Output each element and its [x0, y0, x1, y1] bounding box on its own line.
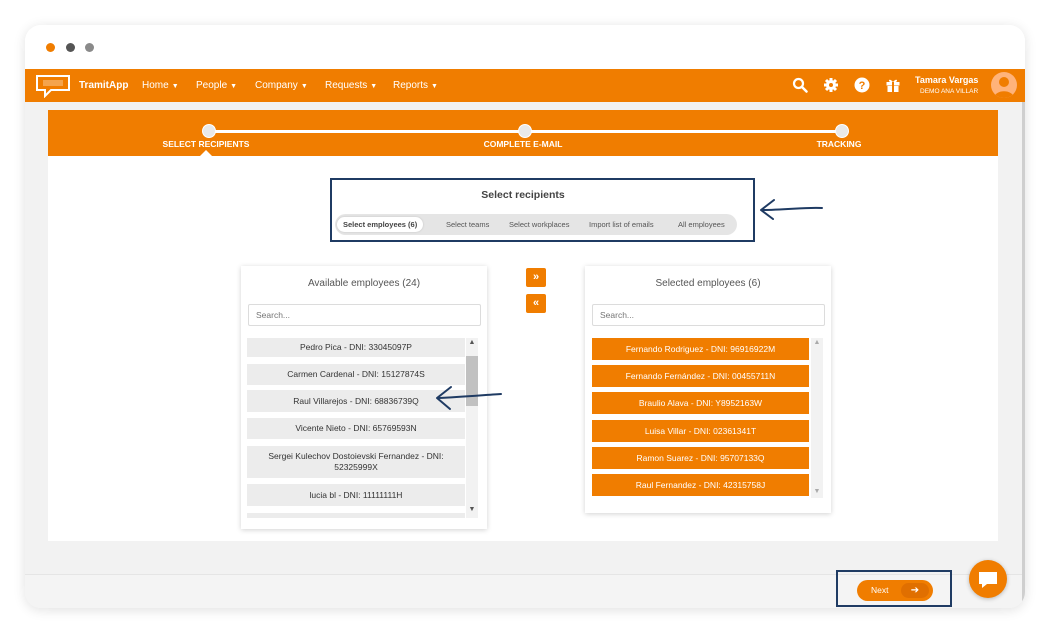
menu-reports[interactable]: Reports ▼	[393, 80, 438, 91]
logo-text: TramitApp	[79, 80, 129, 91]
menu-people[interactable]: People ▼	[196, 80, 237, 91]
menu-reports-label: Reports	[393, 80, 429, 91]
menu-company-label: Company	[255, 80, 298, 91]
help-icon[interactable]: ?	[854, 77, 870, 93]
selected-list-scrollbar[interactable]: ▲ ▼	[811, 338, 823, 498]
tramitapp-logo[interactable]: TramitApp	[35, 72, 128, 99]
gift-icon[interactable]	[885, 77, 901, 93]
window-dot-gray	[85, 43, 94, 52]
scroll-up-icon[interactable]: ▲	[811, 338, 823, 348]
step-label-tracking: TRACKING	[816, 139, 862, 149]
list-item[interactable]: Pedro Pica - DNI: 33045097P	[247, 338, 465, 357]
list-item[interactable]: lucia bl - DNI: 11111111H	[247, 484, 465, 506]
step-dot-tracking[interactable]	[835, 124, 849, 138]
menu-home[interactable]: Home ▼	[142, 80, 179, 91]
list-item[interactable]: Carmen Cardenal - DNI: 15127874S	[247, 364, 465, 385]
step-label-complete-email: COMPLETE E-MAIL	[483, 139, 563, 149]
svg-text:?: ?	[859, 80, 866, 92]
chevron-down-icon: ▼	[300, 83, 308, 90]
menu-requests[interactable]: Requests ▼	[325, 80, 377, 91]
chevron-down-icon: ▼	[370, 83, 378, 90]
gear-icon[interactable]	[823, 77, 839, 93]
browser-window: TramitApp Home ▼ People ▼ Company ▼ Request…	[25, 25, 1025, 608]
user-name[interactable]: Tamara Vargas	[915, 75, 978, 85]
tabs-highlight-box	[330, 178, 755, 242]
user-company: DEMO ANA VILLAR	[920, 88, 979, 95]
active-step-caret	[200, 150, 212, 156]
list-item[interactable]: Fernando Fernández - DNI: 00455711N	[592, 365, 809, 387]
scroll-down-icon[interactable]: ▼	[466, 505, 478, 515]
page-scrollbar[interactable]	[1022, 102, 1025, 608]
window-titlebar	[25, 25, 1025, 69]
menu-people-label: People	[196, 80, 228, 91]
selected-employees-panel: Selected employees (6) Fernando Rodrigue…	[585, 266, 831, 513]
list-item[interactable]: Braulio Alava - DNI: Y8952163W	[592, 392, 809, 414]
top-navigation: TramitApp Home ▼ People ▼ Company ▼ Request…	[25, 69, 1025, 102]
annotation-arrow-employee	[436, 386, 502, 410]
list-item[interactable]: Raul Fernandez - DNI: 42315758J	[592, 474, 809, 496]
annotation-arrow-tabs	[760, 199, 823, 220]
list-item-partial	[247, 513, 465, 518]
user-avatar-icon	[994, 77, 1014, 98]
selected-search-input[interactable]	[592, 304, 825, 326]
move-right-button[interactable]: »	[526, 268, 546, 287]
step-label-select-recipients: SELECT RECIPIENTS	[162, 139, 250, 149]
avatar[interactable]	[991, 72, 1017, 98]
selected-employees-title: Selected employees (6)	[655, 278, 761, 289]
menu-company[interactable]: Company ▼	[255, 80, 308, 91]
step-dot-complete-email[interactable]	[518, 124, 532, 138]
menu-home-label: Home	[142, 80, 169, 91]
list-item[interactable]: Sergei Kulechov Dostoievski Fernandez - …	[247, 446, 465, 478]
scroll-down-icon[interactable]: ▼	[811, 487, 823, 497]
communication-card: SELECT RECIPIENTS COMPLETE E-MAIL TRACKI…	[48, 110, 998, 541]
step-dot-select-recipients[interactable]	[202, 124, 216, 138]
wizard-stepper: SELECT RECIPIENTS COMPLETE E-MAIL TRACKI…	[48, 110, 998, 156]
available-employees-title: Available employees (24)	[307, 278, 421, 289]
chat-icon	[979, 572, 997, 588]
list-item[interactable]: Luisa Villar - DNI: 02361341T	[592, 420, 809, 442]
chat-button[interactable]	[969, 560, 1007, 598]
available-search-input[interactable]	[248, 304, 481, 326]
window-dot-orange	[46, 43, 55, 52]
chevron-down-icon: ▼	[171, 83, 179, 90]
window-dot-dark	[66, 43, 75, 52]
search-icon[interactable]	[792, 77, 808, 93]
menu-requests-label: Requests	[325, 80, 368, 91]
scroll-up-icon[interactable]: ▲	[466, 338, 478, 348]
chevron-down-icon: ▼	[431, 83, 438, 90]
chevron-down-icon: ▼	[230, 83, 238, 90]
list-item[interactable]: Fernando Rodriguez - DNI: 96916922M	[592, 338, 809, 360]
list-item[interactable]: Ramon Suarez - DNI: 95707133Q	[592, 447, 809, 469]
list-item[interactable]: Vicente Nieto - DNI: 65769593N	[247, 418, 465, 439]
available-list-scrollbar[interactable]: ▲ ▼	[466, 338, 478, 518]
logo-speech-bubble-icon	[36, 75, 70, 99]
move-left-button[interactable]: «	[526, 294, 546, 313]
next-highlight-box	[836, 570, 952, 607]
